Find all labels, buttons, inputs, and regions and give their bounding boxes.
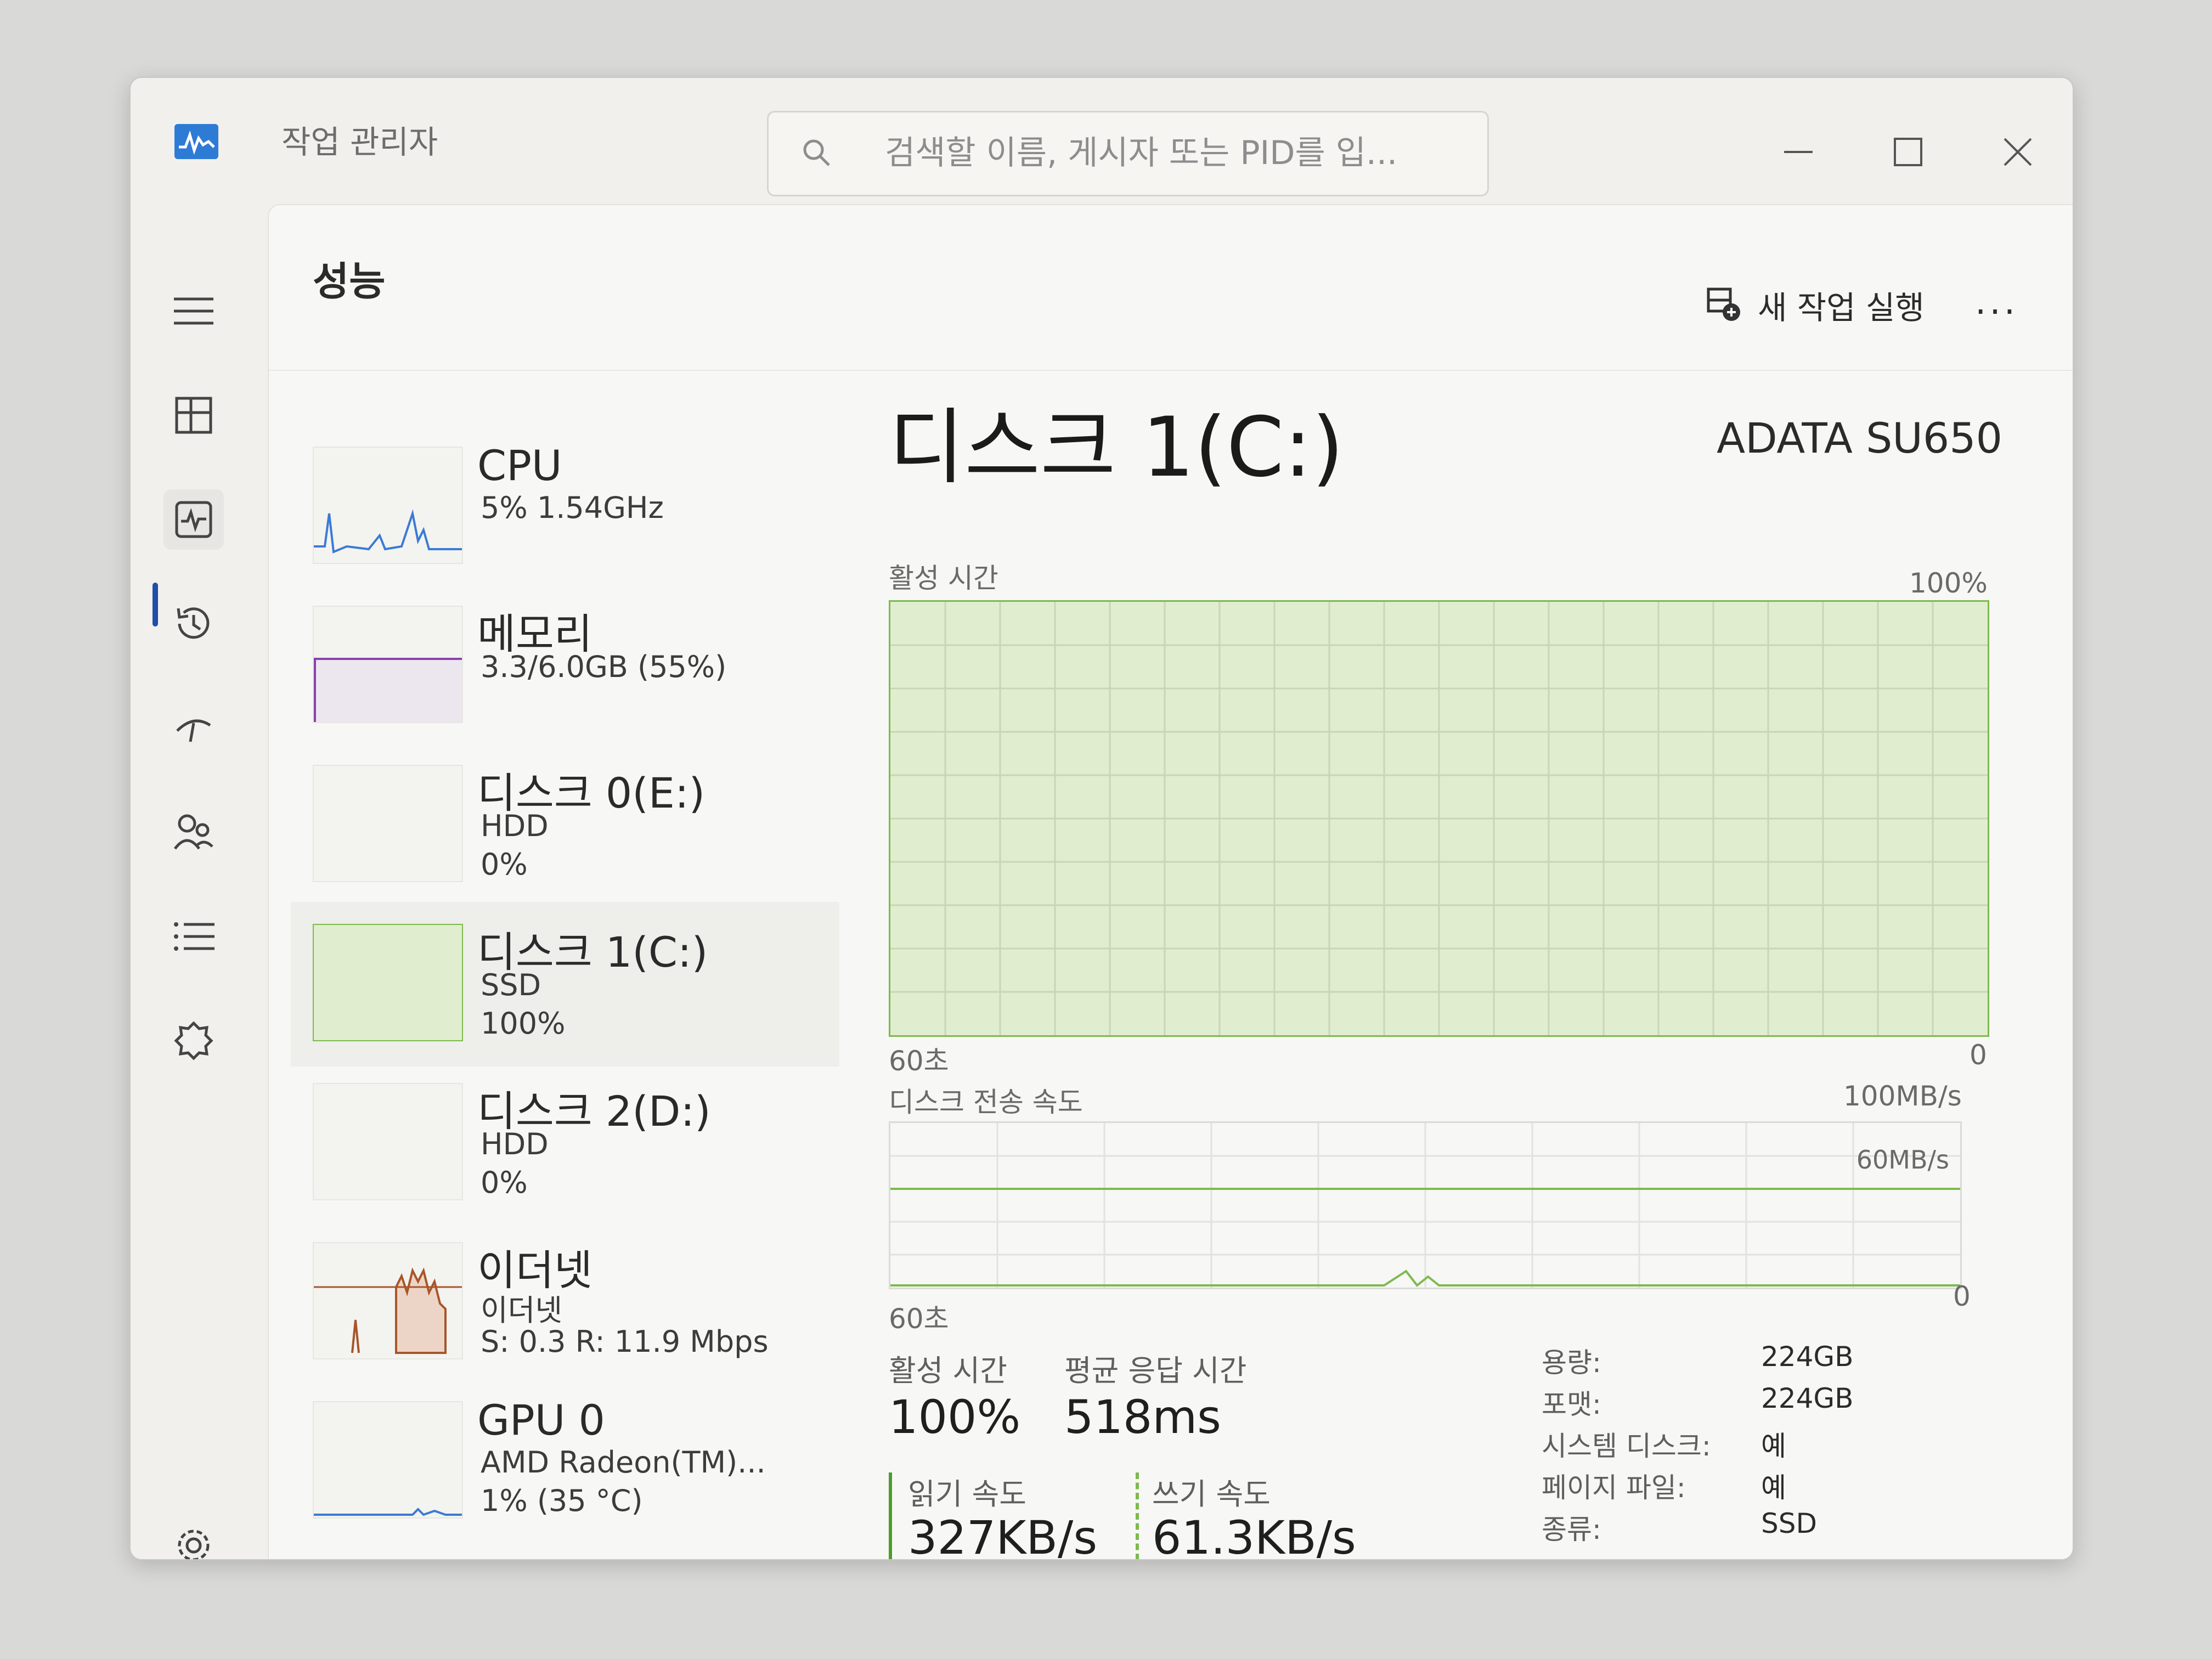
ethernet-thumbnail [313, 1242, 463, 1359]
avg-response-label: 평균 응답 시간 [1064, 1353, 1247, 1388]
device-model: AMD Radeon(TM)... [481, 1445, 766, 1480]
detail-title: 디스크 1(C:) [889, 400, 1344, 495]
write-label: 쓰기 속도 [1152, 1477, 1271, 1511]
minimize-icon[interactable] [1776, 130, 1820, 174]
device-adapter: 이더넷 [481, 1293, 563, 1328]
run-new-task-button[interactable]: 새 작업 실행 [1706, 282, 1925, 328]
more-options-button[interactable]: ... [1975, 282, 2018, 323]
write-indicator [1136, 1472, 1139, 1559]
device-usage: 100% [481, 1006, 566, 1041]
disk-model: ADATA SU650 [1717, 414, 2002, 462]
graph2-label: 디스크 전송 속도 [889, 1086, 1083, 1118]
prop-key: 시스템 디스크: [1542, 1430, 1711, 1462]
device-gpu[interactable]: GPU 0 AMD Radeon(TM)... 1% (35 °C) [291, 1379, 839, 1544]
settings-icon[interactable] [163, 1515, 224, 1559]
app-performance-icon [174, 124, 218, 159]
graph2-min: 0 [1953, 1280, 1971, 1312]
details-icon[interactable] [163, 906, 224, 967]
prop-value: 224GB [1761, 1341, 1854, 1373]
gpu-thumbnail [313, 1401, 463, 1519]
read-value: 327KB/s [908, 1511, 1098, 1560]
graph1-min: 0 [1970, 1039, 1987, 1071]
cpu-thumbnail [313, 447, 463, 564]
startup-icon[interactable] [163, 698, 224, 758]
device-throughput: S: 0.3 R: 11.9 Mbps [481, 1324, 769, 1359]
device-name: GPU 0 [477, 1396, 605, 1444]
device-cpu[interactable]: CPU 5% 1.54GHz [291, 425, 839, 589]
active-tab-indicator [153, 583, 158, 627]
search-icon [803, 139, 830, 166]
device-disk-1[interactable]: 디스크 1(C:) SSD 100% [291, 902, 839, 1066]
title-bar: 작업 관리자 [131, 78, 2073, 210]
performance-panel: 성능 새 작업 실행 ... CPU 5% 1.54GHz 메모리 3.3/6.… [268, 204, 2073, 1560]
prop-key: 페이지 파일: [1542, 1472, 1686, 1504]
device-stat: 5% 1.54GHz [481, 490, 664, 525]
device-stat: 3.3/6.0GB (55%) [481, 650, 727, 684]
device-type: SSD [481, 968, 541, 1002]
read-indicator [889, 1472, 892, 1559]
read-label: 읽기 속도 [908, 1477, 1026, 1511]
prop-value: 224GB [1761, 1383, 1854, 1414]
prop-key: 용량: [1542, 1347, 1601, 1379]
new-task-icon [1707, 287, 1740, 321]
run-new-task-label: 새 작업 실행 [1758, 289, 1925, 326]
graph2-line-label: 60MB/s [1856, 1145, 1949, 1175]
device-usage: 1% (35 °C) [481, 1483, 643, 1518]
left-nav [131, 210, 268, 1559]
page-title: 성능 [313, 258, 386, 304]
search-input[interactable] [884, 133, 1468, 173]
prop-key: 포맷: [1542, 1389, 1601, 1420]
performance-icon[interactable] [163, 489, 224, 550]
hamburger-icon[interactable] [163, 281, 224, 341]
prop-value: SSD [1761, 1508, 1817, 1539]
disk1-thumbnail [313, 924, 463, 1041]
device-usage: 0% [481, 1165, 528, 1200]
maximize-icon[interactable] [1886, 130, 1930, 174]
memory-thumbnail [313, 606, 463, 723]
device-disk-2[interactable]: 디스크 2(D:) HDD 0% [291, 1061, 839, 1226]
transfer-rate-graph: 60MB/s [889, 1121, 1962, 1289]
device-memory[interactable]: 메모리 3.3/6.0GB (55%) [291, 584, 839, 748]
avg-response-value: 518ms [1064, 1390, 1221, 1444]
device-type: HDD [481, 1127, 549, 1161]
disk0-thumbnail [313, 765, 463, 882]
device-usage: 0% [481, 847, 528, 882]
graph2-max: 100MB/s [1843, 1080, 1962, 1112]
write-value: 61.3KB/s [1152, 1511, 1356, 1560]
prop-value: 예 [1761, 1430, 1786, 1462]
prop-value: 예 [1761, 1472, 1786, 1504]
device-name: CPU [477, 441, 562, 490]
graph1-label: 활성 시간 [889, 562, 998, 594]
task-manager-window: 작업 관리자 검색할 이름, 게시자 또는 PID를 입... 성능 새 작업 … [129, 77, 2074, 1560]
active-time-label: 활성 시간 [889, 1353, 1007, 1388]
graph1-time: 60초 [889, 1045, 949, 1077]
active-time-graph [889, 600, 1989, 1037]
graph1-max: 100% [1909, 567, 1988, 599]
header-divider [269, 370, 2073, 371]
processes-icon[interactable] [163, 385, 224, 445]
device-type: HDD [481, 809, 549, 843]
prop-key: 종류: [1542, 1514, 1601, 1545]
device-ethernet[interactable]: 이더넷 이더넷 S: 0.3 R: 11.9 Mbps [291, 1220, 839, 1385]
services-icon[interactable] [163, 1011, 224, 1071]
device-disk-0[interactable]: 디스크 0(E:) HDD 0% [291, 743, 839, 907]
graph2-time: 60초 [889, 1303, 949, 1335]
app-title: 작업 관리자 [281, 123, 438, 161]
search-box[interactable] [767, 111, 1489, 196]
active-time-value: 100% [889, 1390, 1021, 1444]
close-icon[interactable] [1996, 130, 2040, 174]
disk2-thumbnail [313, 1083, 463, 1200]
history-icon[interactable] [163, 594, 224, 654]
users-icon[interactable] [163, 802, 224, 862]
